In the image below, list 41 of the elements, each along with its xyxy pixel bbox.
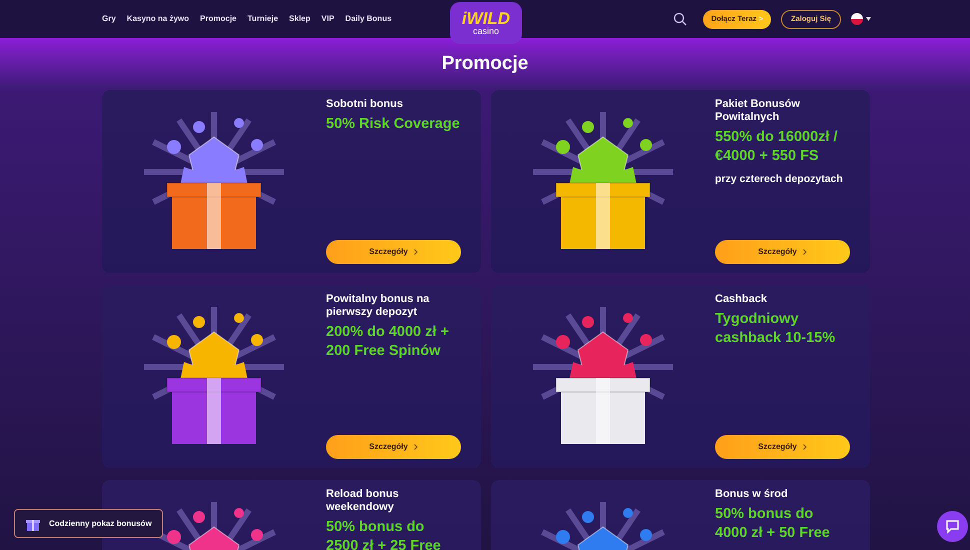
poland-flag-icon bbox=[851, 13, 863, 25]
chevron-right-icon bbox=[414, 444, 418, 450]
nav-link[interactable]: Turnieje bbox=[248, 13, 278, 25]
promotion-offer-line: 4000 zł + 50 Free bbox=[715, 524, 830, 543]
chevron-right-icon bbox=[802, 444, 807, 450]
details-button[interactable]: Szczegóły bbox=[326, 435, 461, 459]
details-button[interactable]: Szczegóły bbox=[326, 240, 461, 264]
promotion-offer-line: 50% Risk Coverage bbox=[326, 115, 460, 134]
chevron-right-icon bbox=[802, 249, 807, 255]
nav-link[interactable]: Daily Bonus bbox=[345, 13, 392, 25]
nav-link[interactable]: Promocje bbox=[200, 13, 237, 25]
nav-link[interactable]: Gry bbox=[102, 13, 116, 25]
promotion-offer-line: 2500 zł + 25 Free bbox=[326, 537, 441, 550]
language-selector[interactable] bbox=[851, 13, 871, 25]
search-icon[interactable] bbox=[673, 12, 688, 26]
page-title: Promocje bbox=[442, 52, 528, 76]
promotion-offer-line: 550% do 16000zł / bbox=[715, 128, 838, 147]
promotion-title: Sobotni bonus bbox=[326, 98, 404, 111]
details-button[interactable]: Szczegóły bbox=[715, 240, 850, 264]
promotion-offer-line: €4000 + 550 FS bbox=[715, 147, 819, 166]
caret-icon bbox=[866, 17, 871, 21]
details-button[interactable]: Szczegóły bbox=[715, 435, 850, 459]
promotion-offer-line: 50% bonus do bbox=[326, 518, 424, 537]
promotion-offer-line: cashback 10-15% bbox=[715, 329, 836, 348]
promotion-offer-line: 200% do 4000 zł + bbox=[326, 323, 449, 342]
promotion-title: Bonus w środ bbox=[715, 488, 789, 501]
chevron-right-icon bbox=[414, 249, 418, 255]
daily-bonus-button[interactable]: Codzienny pokaz bonusów bbox=[14, 509, 163, 538]
promotion-title: Pakiet Bonusów Powitalnych bbox=[715, 98, 801, 124]
chat-bubble-icon bbox=[945, 519, 960, 534]
promotion-offer-line: 50% bonus do bbox=[715, 505, 814, 524]
promotion-note: przy czterech depozytach bbox=[715, 172, 844, 187]
nav-link[interactable]: Sklep bbox=[289, 13, 310, 25]
promotion-title: Powitalny bonus na pierwszy depozyt bbox=[326, 293, 430, 319]
promotion-title: Cashback bbox=[715, 293, 768, 306]
promotion-title: Reload bonus weekendowy bbox=[326, 488, 400, 514]
nav-link[interactable]: Kasyno na żywo bbox=[126, 13, 190, 25]
promotion-offer-line: 200 Free Spinów bbox=[326, 342, 440, 361]
logo[interactable]: iWILD casino bbox=[450, 2, 522, 44]
nav-link[interactable]: VIP bbox=[321, 13, 334, 25]
promotion-offer-line: Tygodniowy bbox=[715, 310, 799, 329]
